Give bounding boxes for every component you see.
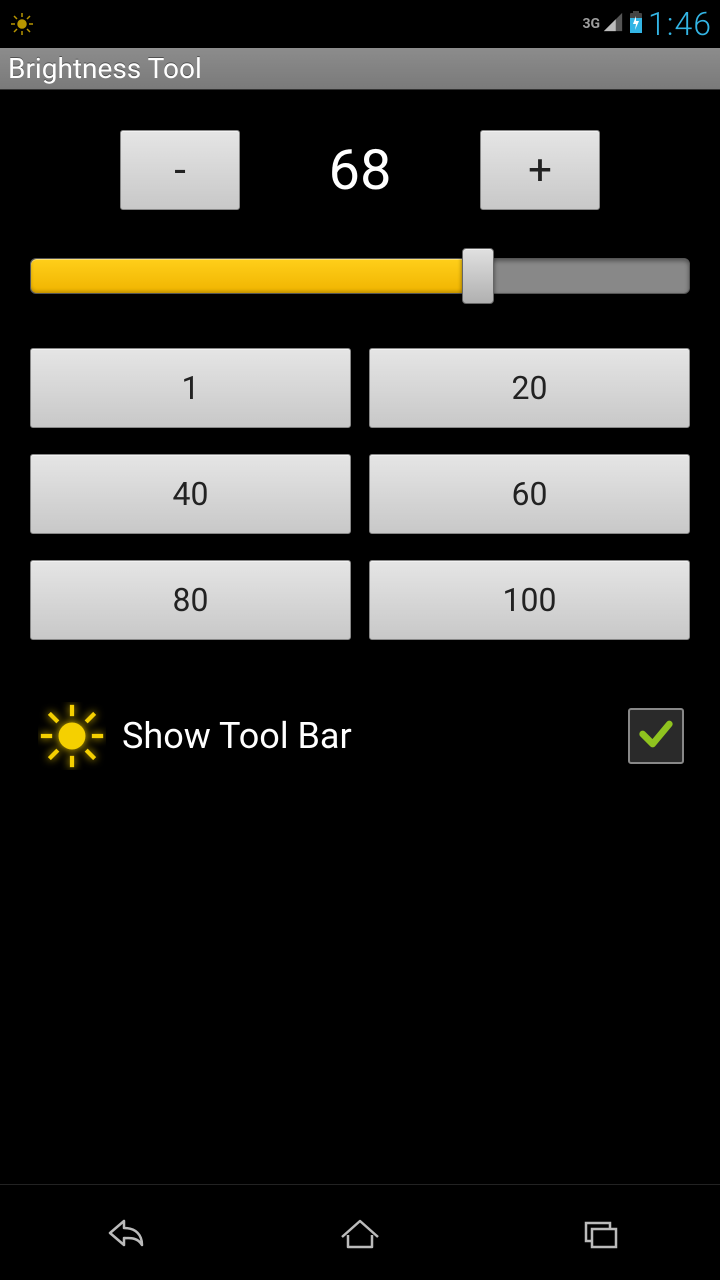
battery-icon xyxy=(628,10,644,38)
show-toolbar-row: Show Tool Bar xyxy=(30,700,690,772)
slider-track xyxy=(30,258,690,294)
title-bar: Brightness Tool xyxy=(0,48,720,90)
main-content: - 68 + 1 20 40 60 80 100 xyxy=(0,130,720,772)
brightness-app-status-icon xyxy=(8,10,36,38)
brightness-value: 68 xyxy=(300,137,420,203)
preset-button-80[interactable]: 80 xyxy=(30,560,351,640)
signal-icon xyxy=(602,11,624,37)
checkmark-icon xyxy=(636,714,676,758)
navigation-bar xyxy=(0,1184,720,1280)
show-toolbar-checkbox[interactable] xyxy=(628,708,684,764)
preset-button-40[interactable]: 40 xyxy=(30,454,351,534)
back-button[interactable] xyxy=(80,1209,160,1257)
status-left xyxy=(8,10,36,38)
clock: 1:46 xyxy=(648,5,712,43)
brightness-slider[interactable] xyxy=(30,248,690,304)
preset-button-1[interactable]: 1 xyxy=(30,348,351,428)
status-right: 3G 1:46 xyxy=(582,5,712,43)
status-bar: 3G 1:46 xyxy=(0,0,720,48)
home-button[interactable] xyxy=(320,1209,400,1257)
sun-icon xyxy=(36,700,108,772)
decrease-button[interactable]: - xyxy=(120,130,240,210)
show-toolbar-label: Show Tool Bar xyxy=(122,715,628,757)
increase-button[interactable]: + xyxy=(480,130,600,210)
preset-button-100[interactable]: 100 xyxy=(369,560,690,640)
value-row: - 68 + xyxy=(30,130,690,210)
app-title: Brightness Tool xyxy=(8,52,202,85)
preset-button-60[interactable]: 60 xyxy=(369,454,690,534)
slider-fill xyxy=(31,259,478,293)
preset-button-20[interactable]: 20 xyxy=(369,348,690,428)
network-3g-label: 3G xyxy=(582,16,600,32)
recent-apps-button[interactable] xyxy=(560,1209,640,1257)
preset-grid: 1 20 40 60 80 100 xyxy=(30,348,690,640)
slider-thumb[interactable] xyxy=(462,248,494,304)
